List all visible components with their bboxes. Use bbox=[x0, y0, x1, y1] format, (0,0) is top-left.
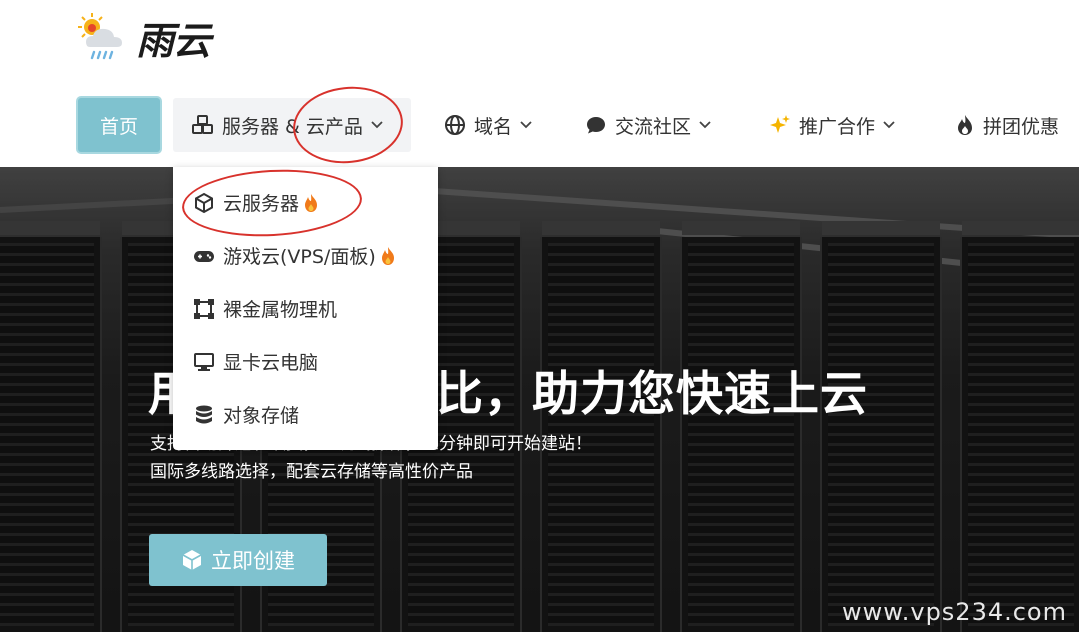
nav-promo[interactable]: 推广合作 bbox=[769, 96, 895, 154]
servers-dropdown-menu: 云服务器 游戏云(VPS/面板) 裸金属物理机 显卡云电脑 对象存储 bbox=[173, 167, 438, 450]
monitor-icon bbox=[193, 351, 215, 373]
menu-item-gpu-cloud-pc[interactable]: 显卡云电脑 bbox=[173, 335, 438, 388]
cube-icon bbox=[182, 550, 202, 570]
nav-servers[interactable]: 服务器 & 云产品 bbox=[192, 96, 383, 154]
globe-icon bbox=[444, 114, 466, 136]
create-now-label: 立即创建 bbox=[211, 549, 295, 573]
menu-item-game-cloud[interactable]: 游戏云(VPS/面板) bbox=[173, 229, 438, 282]
nav-domain-label: 域名 bbox=[474, 115, 513, 138]
chevron-down-icon bbox=[883, 121, 895, 129]
nav-community-label: 交流社区 bbox=[615, 115, 692, 138]
menu-item-label: 对象存储 bbox=[223, 405, 300, 427]
create-now-button[interactable]: 立即创建 bbox=[149, 534, 327, 586]
menu-item-label: 显卡云电脑 bbox=[223, 352, 319, 374]
nav-group[interactable]: 拼团优惠 bbox=[955, 96, 1059, 154]
menu-item-label: 游戏云(VPS/面板) bbox=[223, 246, 376, 268]
nav-group-label: 拼团优惠 bbox=[983, 115, 1060, 138]
hero-banner: 用稳定和性价比，助力您快速上云 支持自动开通和续费，一键式操作，三分钟即可开始建… bbox=[0, 167, 1079, 632]
bare-metal-icon bbox=[193, 298, 215, 320]
nav-promo-label: 推广合作 bbox=[799, 115, 876, 138]
nav-domain[interactable]: 域名 bbox=[444, 96, 532, 154]
menu-item-cloud-server[interactable]: 云服务器 bbox=[173, 176, 438, 229]
main-nav: 服务器 & 云产品 域名 交流社区 推广合作 拼团优惠 bbox=[0, 96, 1079, 154]
hot-flame-icon bbox=[381, 246, 394, 265]
cube-icon bbox=[193, 192, 215, 214]
menu-item-bare-metal[interactable]: 裸金属物理机 bbox=[173, 282, 438, 335]
brand-name: 雨云 bbox=[136, 19, 211, 63]
brand-logo[interactable]: 雨云 bbox=[76, 10, 211, 65]
chevron-down-icon bbox=[699, 121, 711, 129]
chevron-down-icon bbox=[520, 121, 532, 129]
menu-item-label: 裸金属物理机 bbox=[223, 299, 338, 321]
cubes-icon bbox=[192, 114, 214, 136]
watermark: www.vps234.com bbox=[842, 598, 1067, 626]
sparkles-icon bbox=[769, 114, 791, 136]
menu-item-object-storage[interactable]: 对象存储 bbox=[173, 388, 438, 441]
sun-cloud-rain-icon bbox=[78, 12, 122, 59]
chevron-down-icon bbox=[371, 121, 383, 129]
fire-icon bbox=[955, 114, 975, 136]
hero-subtitle-2: 国际多线路选择，配套云存储等高性价产品 bbox=[150, 462, 473, 482]
nav-community[interactable]: 交流社区 bbox=[585, 96, 711, 154]
nav-servers-label: 服务器 & 云产品 bbox=[222, 115, 363, 138]
gamepad-icon bbox=[193, 245, 215, 267]
menu-item-label: 云服务器 bbox=[223, 193, 300, 215]
chat-bubble-icon bbox=[585, 114, 607, 136]
hot-flame-icon bbox=[305, 193, 318, 212]
database-icon bbox=[193, 404, 215, 426]
